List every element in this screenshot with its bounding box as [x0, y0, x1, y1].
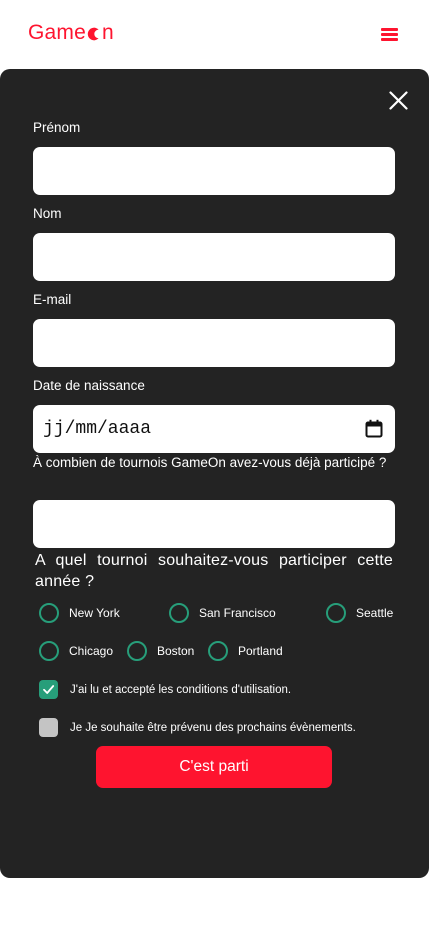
first-name-label: Prénom: [33, 120, 81, 135]
last-name-label: Nom: [33, 206, 62, 221]
radio-label: Portland: [238, 644, 283, 658]
birthdate-placeholder: jj/mm/aaaa: [43, 419, 152, 439]
submit-button[interactable]: C'est parti: [96, 746, 332, 788]
radio-circle: [39, 603, 59, 623]
radio-boston[interactable]: Boston: [127, 641, 194, 661]
newsletter-checkbox-label: Je Je souhaite être prévenu des prochain…: [70, 721, 356, 734]
radio-label: Boston: [157, 644, 195, 658]
radio-circle: [169, 603, 189, 623]
radio-label: Chicago: [69, 644, 114, 658]
radio-new-york[interactable]: New York: [39, 603, 120, 623]
top-bar: Game n: [0, 0, 429, 69]
terms-checkbox-box[interactable]: [39, 680, 58, 699]
crescent-moon-logo-icon: [87, 27, 101, 41]
first-name-input[interactable]: [33, 147, 395, 195]
registration-modal: Prénom Nom E-mail Date de naissance jj/m…: [0, 69, 429, 878]
birthdate-input[interactable]: jj/mm/aaaa: [33, 405, 395, 453]
terms-checkbox[interactable]: J'ai lu et accepté les conditions d'util…: [39, 680, 291, 699]
radio-circle: [208, 641, 228, 661]
logo-text-prefix: Game: [28, 21, 86, 44]
last-name-input[interactable]: [33, 233, 395, 281]
birthdate-label: Date de naissance: [33, 378, 145, 393]
radio-circle: [326, 603, 346, 623]
radio-circle: [39, 641, 59, 661]
tournaments-count-label: À combien de tournois GameOn avez-vous d…: [33, 455, 387, 470]
radio-san-francisco[interactable]: San Francisco: [169, 603, 276, 623]
calendar-icon[interactable]: [365, 419, 383, 438]
gameon-logo[interactable]: Game n: [28, 21, 114, 45]
radio-label: New York: [69, 606, 120, 620]
newsletter-checkbox[interactable]: Je Je souhaite être prévenu des prochain…: [39, 718, 356, 737]
email-label: E-mail: [33, 292, 72, 307]
email-input[interactable]: [33, 319, 395, 367]
radio-label: San Francisco: [199, 606, 276, 620]
terms-checkbox-label: J'ai lu et accepté les conditions d'util…: [70, 683, 292, 696]
hamburger-menu-icon[interactable]: [381, 28, 398, 42]
logo-text-suffix: n: [102, 21, 114, 44]
radio-chicago[interactable]: Chicago: [39, 641, 113, 661]
radio-portland[interactable]: Portland: [208, 641, 283, 661]
radio-circle: [127, 641, 147, 661]
close-icon[interactable]: [389, 91, 408, 110]
newsletter-checkbox-box[interactable]: [39, 718, 58, 737]
radio-seattle[interactable]: Seattle: [326, 603, 393, 623]
location-question: A quel tournoi souhaitez-vous participer…: [35, 552, 393, 590]
radio-label: Seattle: [356, 606, 394, 620]
tournaments-count-input[interactable]: [33, 500, 395, 548]
